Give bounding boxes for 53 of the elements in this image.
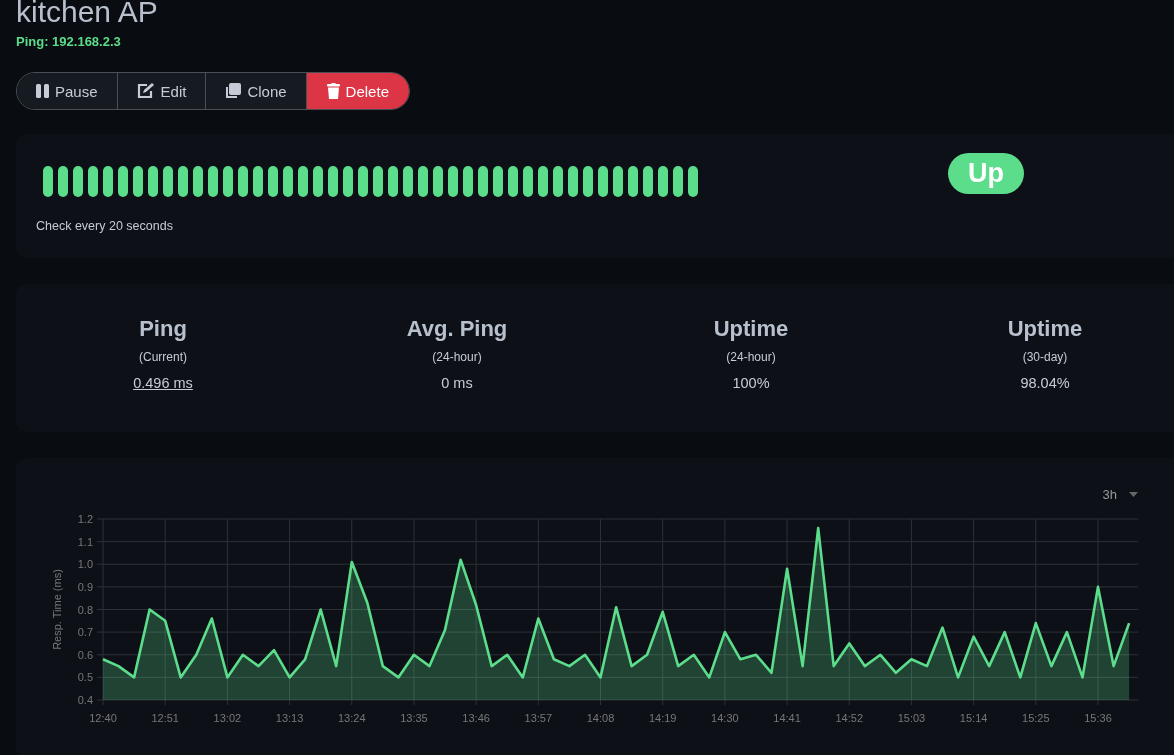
stat-value: 0 ms bbox=[441, 375, 473, 391]
stat-period: (Current) bbox=[139, 350, 187, 364]
y-tick-label: 1.0 bbox=[77, 558, 93, 571]
stat-period: (30-day) bbox=[1022, 350, 1068, 364]
y-tick-label: 0.8 bbox=[77, 603, 93, 616]
y-tick-label: 0.7 bbox=[77, 626, 93, 639]
y-axis-title: Resp. Time (ms) bbox=[51, 569, 63, 650]
x-tick-label: 14:30 bbox=[711, 712, 739, 724]
x-tick-label: 15:14 bbox=[959, 712, 988, 724]
x-tick-label: 13:02 bbox=[213, 712, 242, 724]
x-tick-label: 12:51 bbox=[151, 712, 179, 724]
x-tick-label: 14:41 bbox=[773, 712, 801, 724]
stat-title: Uptime bbox=[713, 316, 789, 342]
action-button[interactable]: Clone bbox=[206, 73, 307, 109]
trash-icon bbox=[326, 83, 340, 99]
x-tick-label: 13:13 bbox=[275, 712, 304, 724]
x-tick-label: 15:25 bbox=[1022, 712, 1050, 724]
x-tick-label: 13:57 bbox=[524, 712, 553, 724]
x-tick-label: 13:24 bbox=[338, 712, 366, 724]
x-tick-label: 14:08 bbox=[586, 712, 615, 724]
x-tick-label: 15:03 bbox=[897, 712, 926, 724]
stat-period: (24-hour) bbox=[726, 350, 776, 364]
y-tick-label: 1.2 bbox=[77, 513, 93, 525]
range-dropdown[interactable]: 3h bbox=[1102, 484, 1138, 504]
stat-period: (24-hour) bbox=[432, 350, 482, 364]
copy-icon bbox=[225, 83, 242, 99]
x-tick-label: 12:40 bbox=[89, 712, 117, 724]
y-tick-label: 1.1 bbox=[77, 535, 93, 548]
edit-icon bbox=[136, 83, 155, 99]
y-tick-label: 0.4 bbox=[77, 694, 93, 706]
stat-value: 98.04% bbox=[1020, 375, 1070, 391]
stat-value-link[interactable]: 0.496 ms bbox=[133, 375, 193, 391]
x-tick-label: 15:36 bbox=[1084, 712, 1112, 724]
stat-value: 100% bbox=[732, 375, 770, 391]
x-tick-label: 14:19 bbox=[648, 712, 677, 724]
x-tick-label: 13:46 bbox=[462, 712, 490, 724]
status-badge: Up bbox=[948, 153, 1024, 194]
monitor-url: Ping: 192.168.2.3 bbox=[16, 34, 122, 49]
action-button[interactable]: Delete bbox=[306, 73, 409, 109]
action-button[interactable]: Pause bbox=[17, 73, 118, 109]
y-tick-label: 0.6 bbox=[77, 648, 93, 661]
stat-title: Ping bbox=[139, 316, 187, 342]
caret-icon bbox=[1129, 491, 1138, 497]
check-interval: Check every 20 seconds bbox=[36, 219, 174, 233]
x-tick-label: 13:35 bbox=[400, 712, 428, 724]
x-tick-label: 14:52 bbox=[835, 712, 863, 724]
y-tick-label: 0.9 bbox=[77, 580, 93, 593]
y-tick-label: 0.5 bbox=[77, 671, 93, 684]
action-button[interactable]: Edit bbox=[117, 73, 207, 109]
pause-icon bbox=[36, 84, 49, 98]
monitor-title: kitchen AP bbox=[16, 0, 159, 30]
stat-title: Avg. Ping bbox=[406, 316, 508, 342]
stat-title: Uptime bbox=[1007, 316, 1083, 342]
